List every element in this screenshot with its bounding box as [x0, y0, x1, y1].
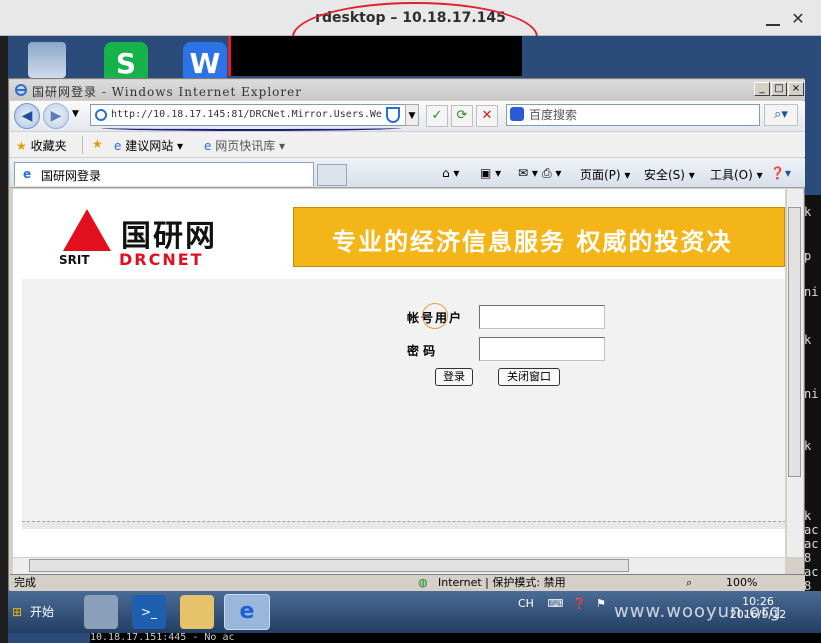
clock[interactable]: 10:26 2016/9/12 — [728, 595, 788, 621]
drcnet-logo-icon — [63, 209, 111, 251]
powershell-icon[interactable]: >_ — [132, 595, 166, 629]
vertical-scroll-thumb[interactable] — [788, 207, 801, 477]
footer-stripe — [22, 521, 785, 529]
search-icon[interactable]: ⌕▾ — [764, 104, 798, 126]
password-input[interactable] — [479, 337, 605, 361]
logo-chinese: 国研网 — [121, 219, 217, 254]
cursor-highlight — [422, 303, 448, 329]
new-tab-button[interactable] — [317, 164, 347, 186]
page-icon — [95, 109, 107, 121]
banner-text: 专业的经济信息服务 权威的投资决 — [332, 228, 733, 256]
server-manager-icon[interactable] — [84, 595, 118, 629]
page-content: 国研网 SRIT DRCNET 专业的经济信息服务 权威的投资决 帐号用户 密 … — [13, 189, 785, 557]
explorer-icon[interactable] — [180, 595, 214, 629]
language-indicator[interactable]: CH — [518, 597, 534, 610]
start-button[interactable]: ⊞ 开始 — [10, 597, 60, 627]
clock-time: 10:26 — [742, 595, 774, 608]
shield-icon — [386, 107, 400, 123]
terminal-right-edge: k p ni k ni k k ac ac 8 ac 8 — [804, 195, 821, 615]
help-icon[interactable]: ❓▾ — [770, 166, 791, 180]
ie-close-button[interactable]: × — [788, 82, 804, 96]
add-favorite-icon[interactable]: ★ — [92, 137, 103, 151]
banner: 专业的经济信息服务 权威的投资决 — [293, 207, 785, 267]
history-dropdown-icon[interactable]: ▼ — [72, 109, 79, 119]
flag-icon[interactable]: ⚑ — [596, 597, 606, 610]
logo-srit: SRIT — [59, 253, 90, 267]
status-text: 完成 — [14, 576, 36, 589]
ie-window: 国研网登录 - Windows Internet Explorer _ □ × … — [8, 78, 805, 592]
minimize-button[interactable] — [766, 12, 780, 26]
tab-row: e 国研网登录 ⌂ ▾ ▣ ▾ ✉ ▾ ⎙ ▾ 页面(P) ▾ 安全(S) ▾ … — [10, 158, 805, 188]
ie-title: 国研网登录 - Windows Internet Explorer — [32, 85, 302, 99]
account-input[interactable] — [479, 305, 605, 329]
ie-page-icon: e — [114, 139, 122, 153]
favorites-button[interactable]: ★ 收藏夹 — [16, 137, 67, 154]
favorites-bar: ★ 收藏夹 ★ e 建议网站 ▾ e 网页快讯库 ▾ — [10, 131, 805, 157]
password-label: 密 码 — [407, 344, 436, 358]
address-bar[interactable]: http://10.18.17.145:81/DRCNet.Mirror.Use… — [90, 104, 418, 126]
ie-minimize-button[interactable]: _ — [754, 82, 770, 96]
address-text: http://10.18.17.145:81/DRCNet.Mirror.Use… — [111, 109, 382, 120]
keyboard-icon[interactable]: ⌨ — [547, 597, 563, 610]
address-dropdown-icon[interactable]: ▼ — [405, 104, 419, 126]
stop-icon[interactable]: ✕ — [476, 105, 498, 127]
status-bar: 完成 ◍ Internet | 保护模式: 禁用 ⌕ 100% — [10, 574, 805, 592]
search-input[interactable]: 百度搜索 — [506, 104, 760, 126]
home-icon[interactable]: ⌂ ▾ — [442, 166, 459, 180]
search-placeholder: 百度搜索 — [529, 108, 578, 122]
windows-logo-icon: ⊞ — [12, 605, 23, 619]
ie-titlebar: 国研网登录 - Windows Internet Explorer _ □ × — [10, 80, 805, 100]
page-menu[interactable]: 页面(P) ▾ — [580, 166, 630, 183]
compatibility-icon[interactable]: ✓ — [426, 105, 448, 127]
divider — [82, 136, 83, 154]
globe-icon: ◍ — [418, 576, 428, 589]
web-slice-gallery-link[interactable]: e 网页快讯库 ▾ — [204, 137, 285, 154]
security-zone: Internet | 保护模式: 禁用 — [438, 576, 566, 589]
close-window-button[interactable]: 关闭窗口 — [498, 368, 560, 386]
ie-page-icon: e — [23, 167, 32, 181]
tab-title: 国研网登录 — [41, 169, 102, 183]
terminal-window-fragment — [228, 36, 522, 76]
ie-maximize-button[interactable]: □ — [771, 82, 787, 96]
horizontal-scroll-thumb[interactable] — [29, 559, 629, 572]
baidu-icon — [510, 107, 524, 121]
suggested-sites-link[interactable]: e 建议网站 ▾ — [114, 137, 183, 154]
zoom-icon[interactable]: ⌕ — [686, 575, 692, 591]
tools-menu[interactable]: 工具(O) ▾ — [710, 166, 763, 183]
system-tray: CH ⌨ ❓ ⚑ — [518, 597, 606, 610]
mail-icon[interactable]: ✉ ▾ — [518, 166, 538, 180]
login-button[interactable]: 登录 — [435, 368, 473, 386]
ie-logo-icon — [15, 84, 27, 96]
safety-menu[interactable]: 安全(S) ▾ — [644, 166, 695, 183]
feeds-icon[interactable]: ▣ ▾ — [480, 166, 501, 180]
refresh-icon[interactable]: ⟳ — [451, 105, 473, 127]
close-button[interactable]: ✕ — [788, 9, 808, 29]
back-button[interactable]: ◀ — [14, 103, 40, 129]
recycle-bin-icon[interactable] — [28, 42, 66, 78]
logo-drcnet: DRCNET — [119, 250, 204, 269]
tab-login[interactable]: e 国研网登录 — [14, 162, 314, 186]
taskbar: ⊞ 开始 >_ e CH ⌨ ❓ ⚑ www.wooyun.org 10:26 … — [8, 591, 821, 633]
terminal-bottom-fragment: 10.18.17.151:445 - No ac — [90, 633, 821, 643]
print-icon[interactable]: ⎙ ▾ — [542, 166, 561, 181]
star-icon: ★ — [16, 139, 27, 153]
ie-page-icon: e — [204, 139, 212, 153]
clock-date: 2016/9/12 — [729, 608, 787, 621]
ie-taskbar-icon[interactable]: e — [224, 594, 270, 630]
login-area: 帐号用户 密 码 登录 关闭窗口 — [22, 279, 785, 529]
zoom-level[interactable]: 100% — [726, 575, 757, 591]
help-tray-icon[interactable]: ❓ — [573, 597, 587, 610]
forward-button[interactable]: ▶ — [43, 103, 69, 129]
